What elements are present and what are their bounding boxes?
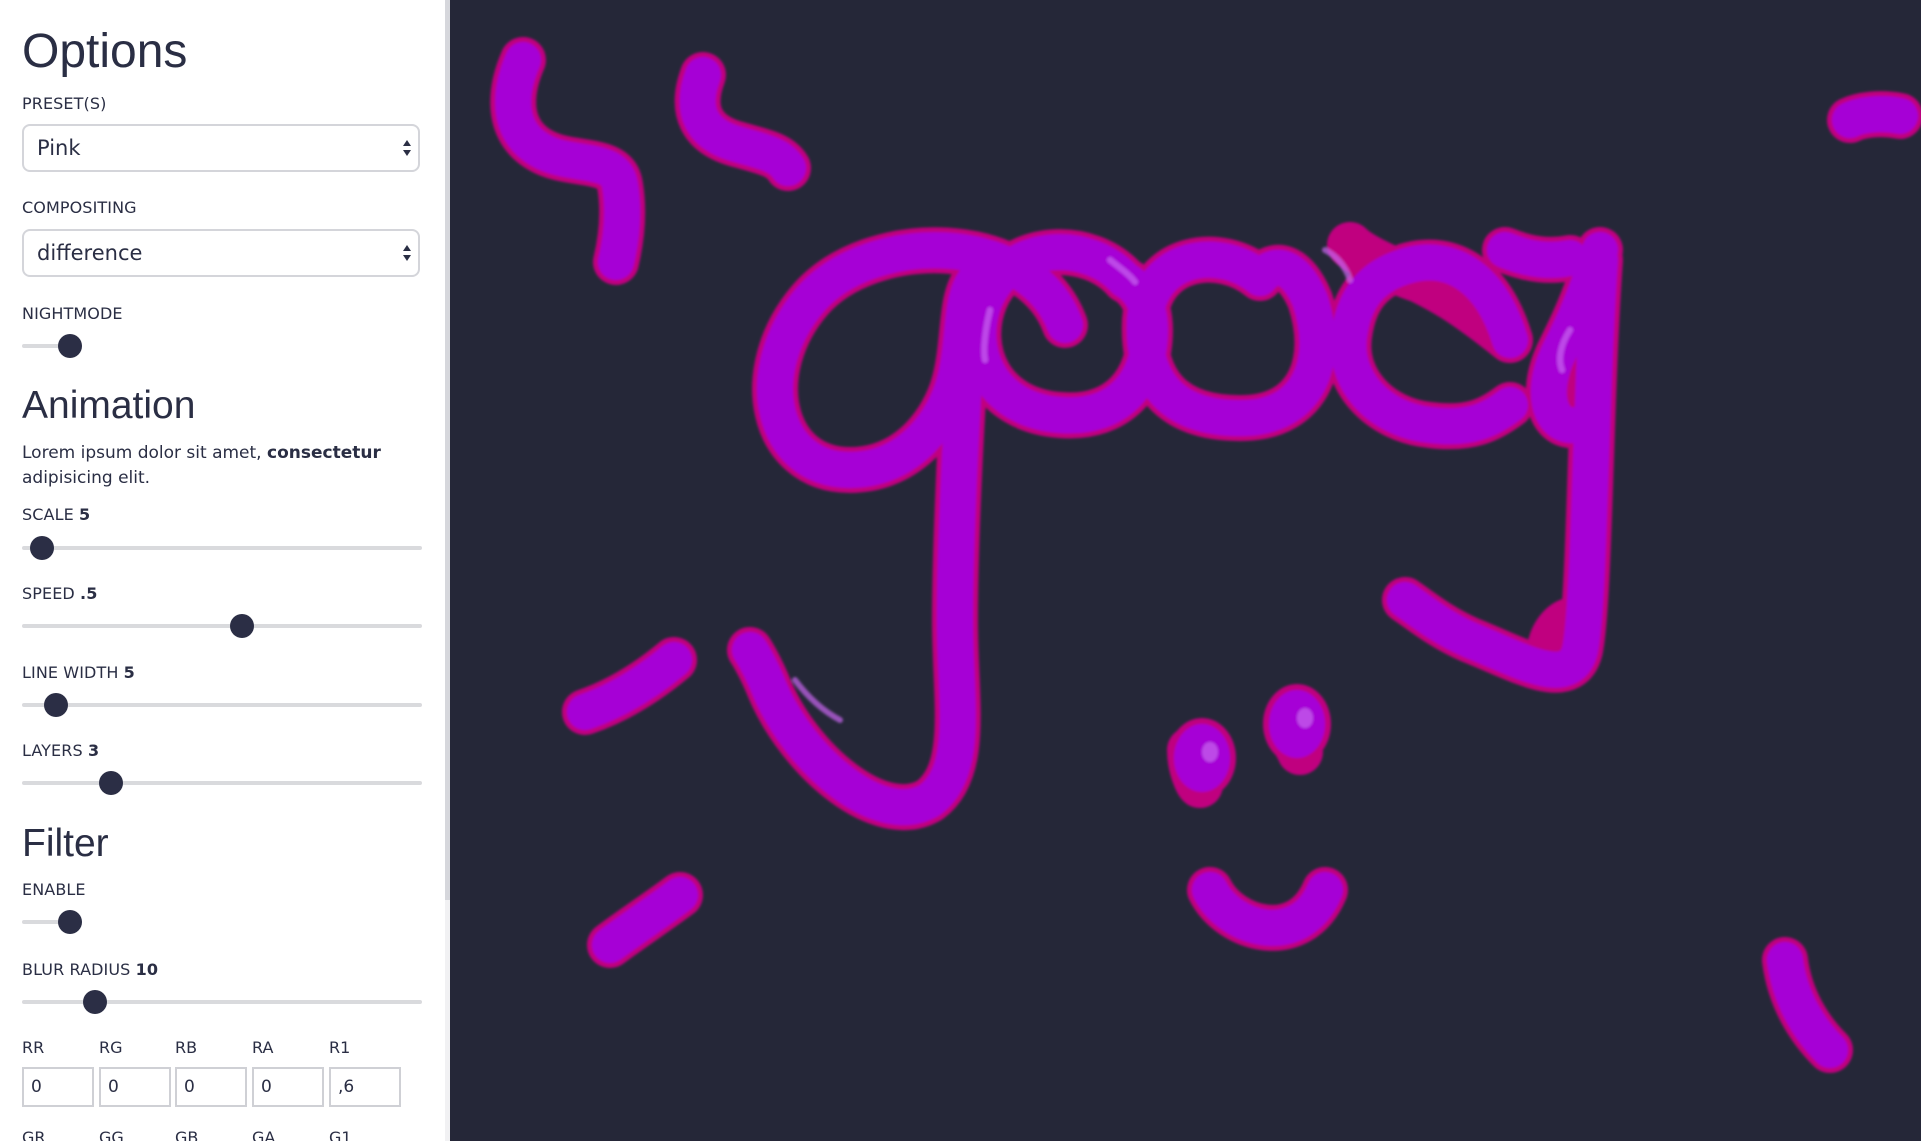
desc-bold: consectetur [267,443,381,463]
matrix-input-rb[interactable]: 0 [175,1067,247,1107]
matrix-input-r1[interactable]: ,6 [329,1067,401,1107]
desc-text: Lorem ipsum dolor sit amet, [22,443,267,463]
matrix-input-ra[interactable]: 0 [252,1067,324,1107]
matrix-label-rr: RR [22,1038,45,1057]
blur-radius-label: BLUR RADIUS 10 [22,960,159,979]
matrix-input-rr[interactable]: 0 [22,1067,94,1107]
compositing-select[interactable]: difference [22,229,420,277]
slider-track [22,1000,422,1004]
enable-toggle[interactable] [22,910,82,934]
matrix-label-ga: GA [252,1128,276,1141]
preset-select-value: Pink [37,136,81,160]
matrix-label-rb: RB [175,1038,198,1057]
nightmode-toggle[interactable] [22,334,82,358]
layers-label: LAYERS 3 [22,741,100,760]
toggle-thumb[interactable] [58,910,82,934]
scale-label: SCALE 5 [22,505,91,524]
matrix-label-ra: RA [252,1038,274,1057]
animation-title: Animation [22,384,196,427]
goo-drawing [490,37,1921,1073]
matrix-input-rg[interactable]: 0 [99,1067,171,1107]
compositing-label: COMPOSITING [22,198,137,217]
blur-radius-value: 10 [135,960,159,979]
preset-label: PRESET(S) [22,94,107,113]
desc-end: adipisicing elit. [22,468,151,488]
matrix-label-rg: RG [99,1038,123,1057]
scale-slider[interactable] [22,536,422,560]
slider-track [22,703,422,707]
layers-value: 3 [87,741,100,760]
select-arrows-icon [403,140,411,156]
nightmode-label: NIGHTMODE [22,304,123,323]
drawing-canvas[interactable] [450,0,1921,1141]
slider-thumb[interactable] [30,536,54,560]
scale-value: 5 [78,505,91,524]
enable-label: ENABLE [22,880,86,899]
matrix-label-r1: R1 [329,1038,351,1057]
options-panel: Options PRESET(S) Pink COMPOSITING diffe… [0,0,445,1141]
slider-track [22,546,422,550]
linewidth-value: 5 [123,663,135,682]
slider-track [22,624,422,628]
slider-thumb[interactable] [99,771,123,795]
blur-radius-slider[interactable] [22,990,422,1014]
select-arrows-icon [403,245,411,261]
matrix-label-gr: GR [22,1128,46,1141]
compositing-select-value: difference [37,241,143,265]
matrix-label-g1: G1 [329,1128,352,1141]
speed-slider[interactable] [22,614,422,638]
speed-label: SPEED .5 [22,584,98,603]
layers-slider[interactable] [22,771,422,795]
speed-value: .5 [80,584,98,603]
preset-select[interactable]: Pink [22,124,420,172]
slider-thumb[interactable] [83,990,107,1014]
animation-description: Lorem ipsum dolor sit amet, consectetur … [22,441,422,491]
slider-thumb[interactable] [44,693,68,717]
matrix-label-gg: GG [99,1128,124,1141]
slider-track [22,781,422,785]
linewidth-slider[interactable] [22,693,422,717]
slider-thumb[interactable] [230,614,254,638]
options-title: Options [22,25,188,78]
linewidth-label: LINE WIDTH 5 [22,663,135,682]
toggle-thumb[interactable] [58,334,82,358]
filter-title: Filter [22,822,109,865]
matrix-label-gb: GB [175,1128,199,1141]
